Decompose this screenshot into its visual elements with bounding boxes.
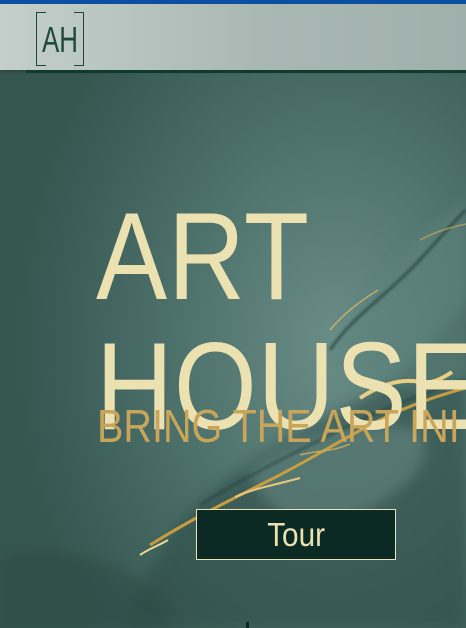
header-divider	[26, 70, 466, 73]
hero-tagline: BRING THE ART INI	[97, 400, 460, 452]
page: AH ART HOUSE BRING THE ART INI Tour	[0, 0, 466, 628]
tour-button-label: Tour	[267, 515, 325, 553]
browser-top-strip	[0, 0, 466, 4]
site-header: AH	[0, 4, 466, 70]
logo-bracket-right	[74, 12, 84, 66]
hero-title-line-1: ART	[96, 188, 310, 327]
logo-text: AH	[42, 19, 79, 60]
tour-button[interactable]: Tour	[196, 509, 396, 560]
site-logo[interactable]: AH	[36, 12, 84, 66]
scroll-indicator	[246, 622, 249, 628]
